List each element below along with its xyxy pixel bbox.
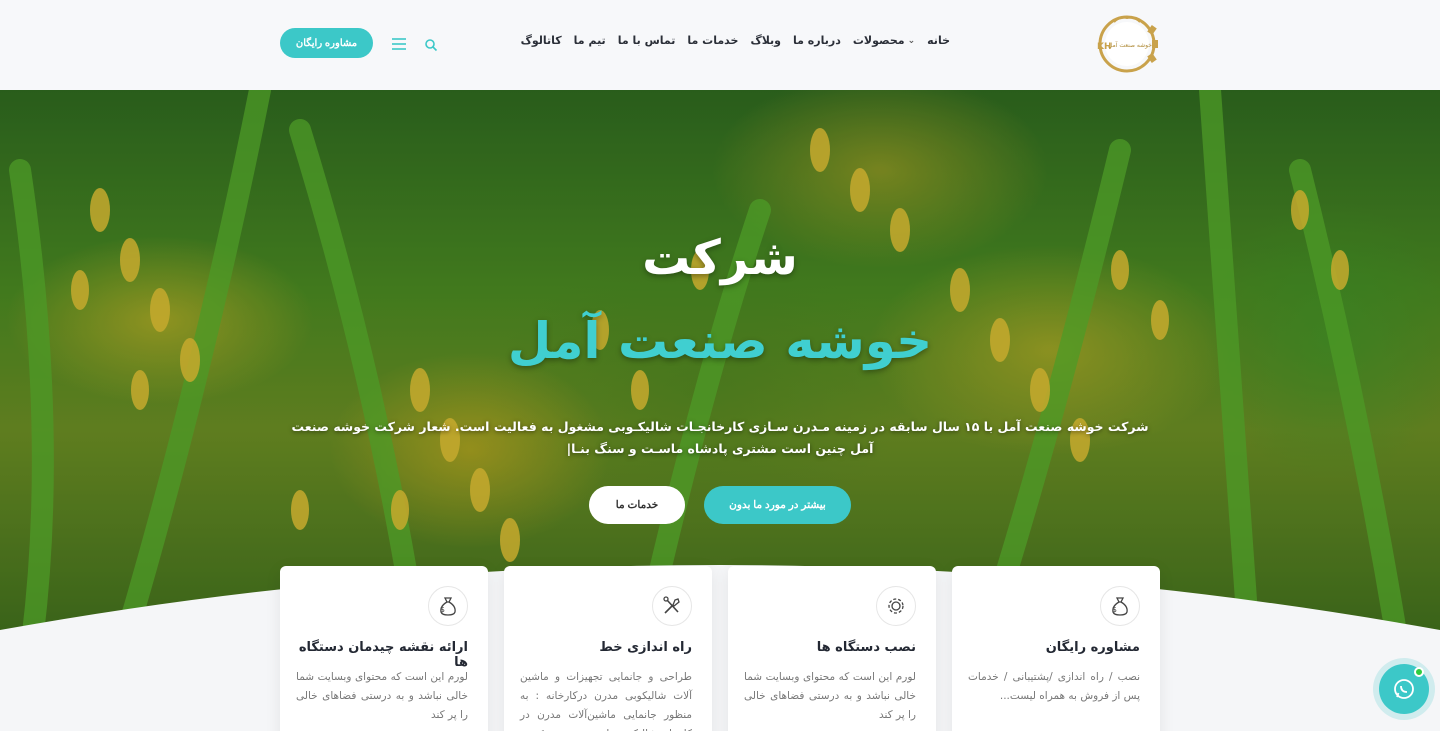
nav-home-label: خانه — [927, 34, 950, 47]
card-text: نصب / راه اندازی /پشتیبانی / خدمات پس از… — [968, 671, 1140, 702]
nav-services-label: خدمات ما — [687, 34, 739, 47]
free-consult-button[interactable]: مشاوره رایگان — [280, 28, 373, 58]
service-card-layout-plan[interactable]: $ ارائه نقشه چیدمان دستگاه ها لورم این ا… — [280, 566, 488, 731]
hero-description: شرکت خوشه صنعت آمل با ۱۵ سال سابقه در زم… — [291, 419, 1149, 456]
hero-title-line1: شرکت — [642, 230, 798, 286]
nav-products[interactable]: محصولات ⌄ — [847, 34, 921, 47]
gear-icon — [876, 586, 916, 626]
about-us-button[interactable]: بیشتر در مورد ما بدون — [704, 486, 851, 524]
whatsapp-icon — [1394, 679, 1414, 699]
money-bag-icon: $ — [1100, 586, 1140, 626]
nav-team[interactable]: تیم ما — [568, 34, 612, 47]
nav-catalog-label: کاتالوگ — [520, 34, 562, 47]
service-card-install[interactable]: نصب دستگاه ها لورم این است که محتوای وبس… — [728, 566, 936, 731]
company-logo[interactable]: KH خوشه صنعت آمل — [1094, 12, 1160, 76]
nav-about-label: درباره ما — [793, 34, 841, 47]
money-bag-icon: $ — [428, 586, 468, 626]
nav-blog[interactable]: وبلاگ — [744, 34, 787, 47]
card-text: طراحی و جانمایی تجهیزات و ماشین آلات شال… — [520, 671, 692, 731]
nav-about[interactable]: درباره ما — [787, 34, 847, 47]
our-services-button[interactable]: خدمات ما — [589, 486, 685, 524]
card-text: لورم این است که محتوای وبسایت شما خالی ن… — [744, 671, 916, 721]
site-header: KH خوشه صنعت آمل خانه محصولات ⌄ درباره ما… — [0, 0, 1440, 90]
search-icon[interactable] — [424, 37, 438, 52]
hamburger-menu-icon[interactable] — [391, 36, 407, 50]
nav-catalog[interactable]: کاتالوگ — [515, 34, 568, 47]
card-title: مشاوره رایگان — [1045, 640, 1140, 655]
service-card-line-setup[interactable]: راه اندازی خط طراحی و جانمایی تجهیزات و … — [504, 566, 712, 731]
main-nav: خانه محصولات ⌄ درباره ما وبلاگ خدمات ما ت… — [515, 34, 956, 47]
card-title: راه اندازی خط — [599, 640, 692, 655]
svg-text:$: $ — [440, 605, 445, 614]
card-title: نصب دستگاه ها — [816, 640, 916, 655]
service-card-consult[interactable]: $ مشاوره رایگان نصب / راه اندازی /پشتیبا… — [952, 566, 1160, 731]
nav-blog-label: وبلاگ — [750, 34, 782, 47]
nav-contact[interactable]: تماس با ما — [612, 34, 682, 47]
tools-icon — [652, 586, 692, 626]
online-status-dot — [1414, 667, 1424, 677]
nav-team-label: تیم ما — [573, 34, 606, 47]
svg-text:$: $ — [1112, 605, 1117, 614]
nav-contact-label: تماس با ما — [617, 34, 676, 47]
card-title: ارائه نقشه چیدمان دستگاه ها — [298, 640, 468, 670]
logo-text: خوشه صنعت آمل — [1108, 40, 1152, 49]
hero-title-line2: خوشه صنعت آمل — [507, 312, 933, 370]
hero-bottom-curve — [0, 565, 1440, 731]
chevron-down-icon: ⌄ — [907, 35, 916, 46]
nav-home[interactable]: خانه — [921, 34, 956, 47]
card-text: لورم این است که محتوای وبسایت شما خالی ن… — [296, 671, 468, 721]
nav-services[interactable]: خدمات ما — [681, 34, 744, 47]
nav-products-label: محصولات — [852, 34, 905, 47]
